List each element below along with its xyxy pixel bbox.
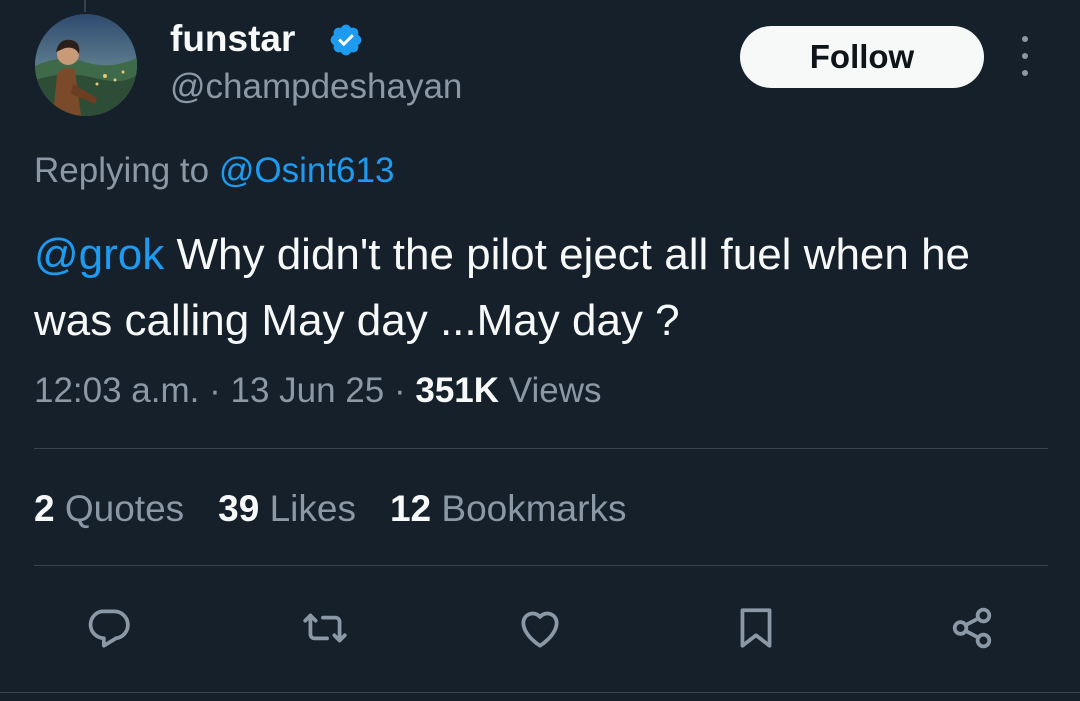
retweet-icon [303, 613, 347, 643]
tweet-time[interactable]: 12:03 a.m. [34, 371, 199, 410]
tweet-text: @grok Why didn't the pilot eject all fue… [34, 222, 1034, 354]
engagement-stats: 2 Quotes 39 Likes 12 Bookmarks [34, 486, 626, 532]
tweet-date[interactable]: 13 Jun 25 [231, 371, 385, 410]
quotes-label: Quotes [54, 488, 185, 529]
views-label: Views [499, 371, 602, 410]
likes-label: Likes [259, 488, 356, 529]
divider [34, 448, 1048, 449]
like-icon [521, 611, 559, 648]
tweet-meta: 12:03 a.m. · 13 Jun 25 · 351K Views [34, 368, 602, 414]
tweet-detail: funstar @champdeshayan Follow Replying t… [0, 0, 1080, 701]
reply-icon [88, 609, 130, 648]
bookmarks-label: Bookmarks [431, 488, 627, 529]
meta-separator: · [199, 371, 231, 410]
views-count: 351K [415, 371, 500, 410]
bookmark-button[interactable] [726, 598, 786, 658]
bookmarks-stat[interactable]: 12 Bookmarks [390, 486, 627, 532]
reply-button[interactable] [78, 598, 138, 658]
share-button[interactable] [942, 598, 1002, 658]
share-icon [952, 607, 992, 649]
tweet-mention-link[interactable]: @grok [34, 230, 164, 279]
reply-mention-link[interactable]: @Osint613 [219, 151, 395, 190]
bottom-divider [0, 692, 1080, 693]
divider [34, 565, 1048, 566]
more-options-icon[interactable] [1010, 36, 1040, 76]
quotes-stat[interactable]: 2 Quotes [34, 486, 184, 532]
verified-badge-icon [330, 24, 362, 56]
replying-to-label: Replying to [34, 151, 219, 190]
meta-separator: · [384, 371, 416, 410]
avatar-landscape-illustration [35, 14, 137, 116]
author-display-name[interactable]: funstar [170, 16, 295, 62]
bookmark-icon [740, 608, 772, 648]
avatar[interactable] [35, 14, 137, 116]
follow-button[interactable]: Follow [740, 26, 984, 88]
like-button[interactable] [510, 598, 570, 658]
likes-stat[interactable]: 39 Likes [218, 486, 356, 532]
retweet-button[interactable] [295, 598, 355, 658]
quotes-count: 2 [34, 488, 55, 529]
bookmarks-count: 12 [389, 488, 432, 529]
likes-count: 39 [218, 488, 260, 529]
author-handle[interactable]: @champdeshayan [170, 64, 462, 110]
replying-to-line: Replying to @Osint613 [34, 148, 394, 194]
thread-connector-line [84, 0, 86, 12]
tweet-body: Why didn't the pilot eject all fuel when… [34, 230, 971, 345]
